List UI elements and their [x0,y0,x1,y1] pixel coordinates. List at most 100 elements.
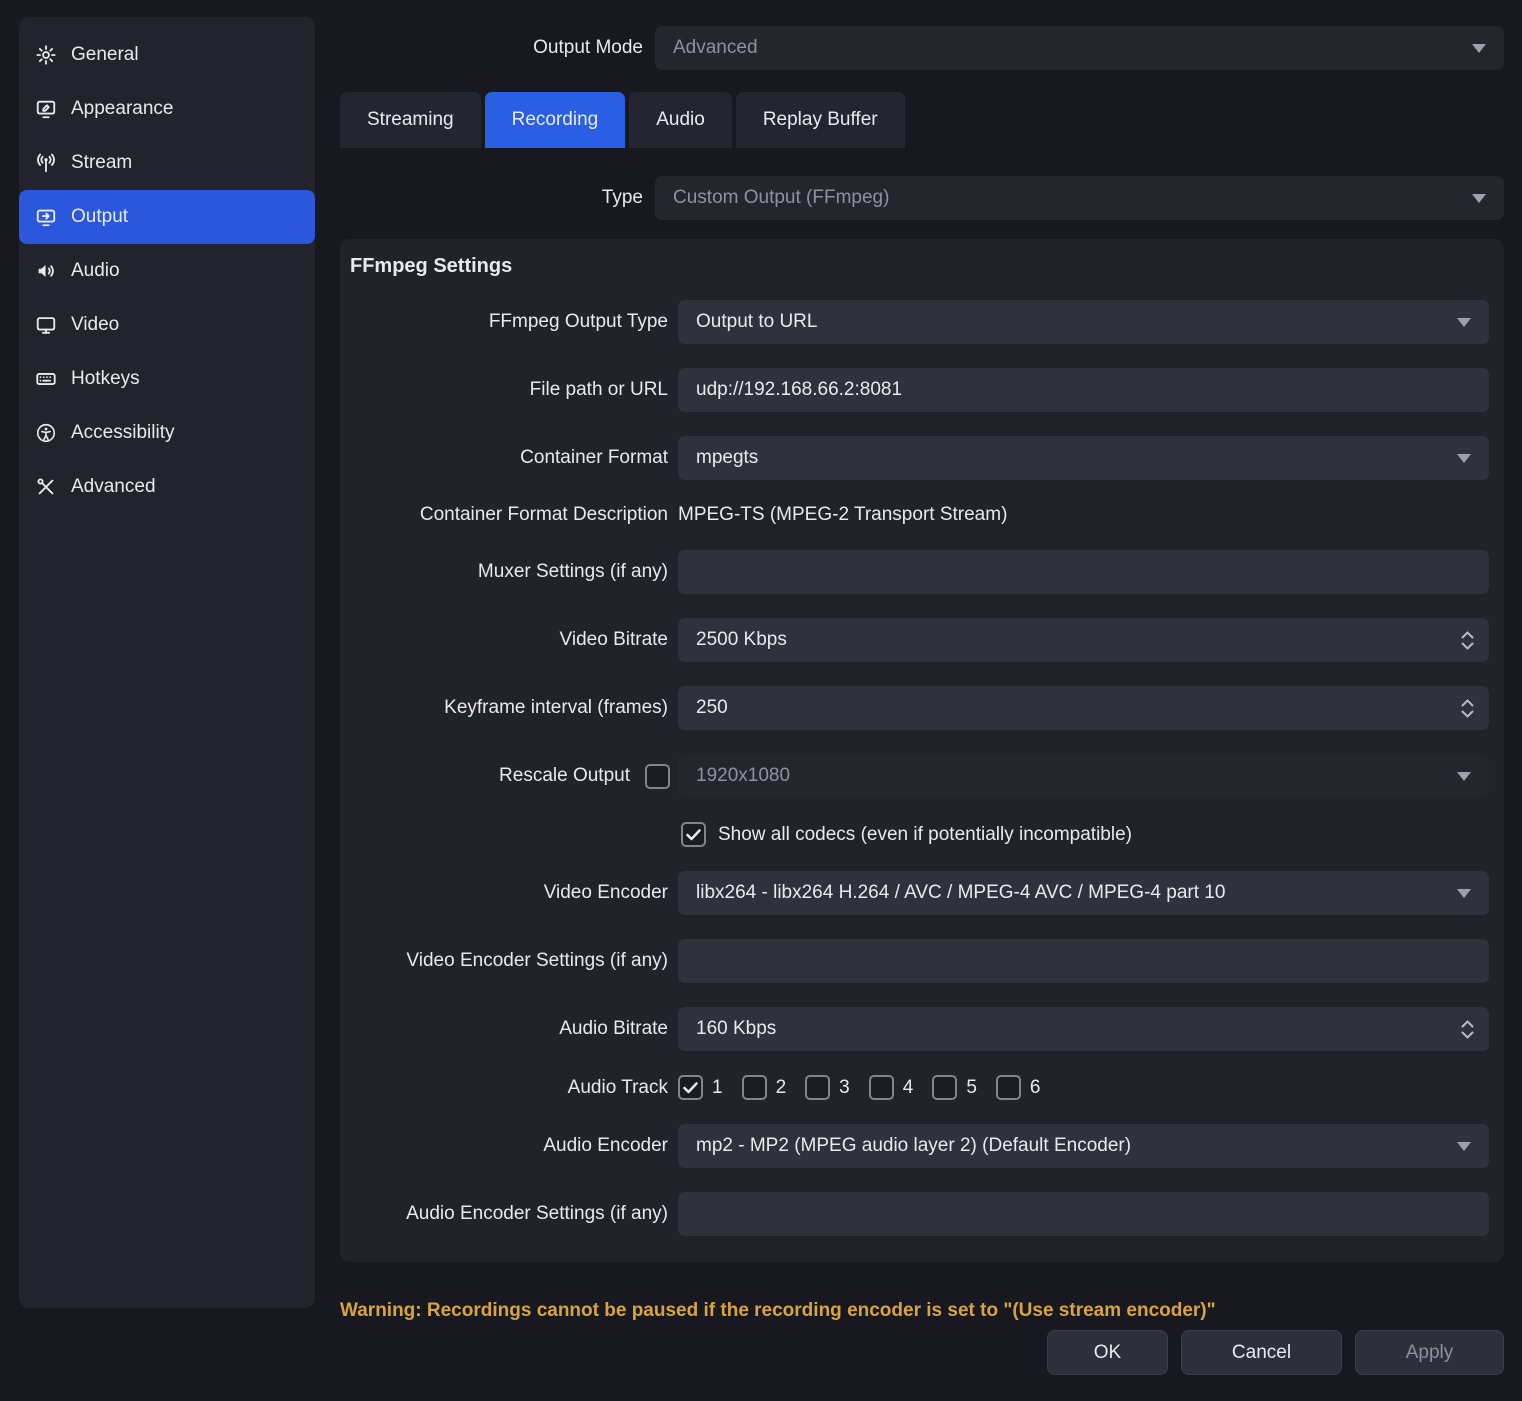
spin-down-button[interactable] [1461,1031,1474,1039]
audio-track-3: 3 [805,1075,850,1100]
audio-track-5-checkbox[interactable] [932,1075,957,1100]
output-tabs: Streaming Recording Audio Replay Buffer [340,92,1504,148]
sidebar-item-label: Output [71,206,128,228]
rescale-resolution-select[interactable]: 1920x1080 [678,754,1489,798]
ok-button[interactable]: OK [1047,1330,1168,1375]
sidebar-item-hotkeys[interactable]: Hotkeys [19,352,315,406]
audio-encoder-select[interactable]: mp2 - MP2 (MPEG audio layer 2) (Default … [678,1124,1489,1168]
sidebar-item-accessibility[interactable]: Accessibility [19,406,315,460]
spin-down-button[interactable] [1461,710,1474,718]
sidebar-item-label: Advanced [71,476,156,498]
sidebar-item-appearance[interactable]: Appearance [19,82,315,136]
muxer-settings-input[interactable] [696,561,1471,583]
chevron-down-icon [1472,44,1486,53]
recording-type-select[interactable]: Custom Output (FFmpeg) [655,176,1504,220]
audio-track-1-checkbox[interactable] [678,1075,703,1100]
audio-track-2-checkbox[interactable] [742,1075,767,1100]
container-format-description-row: Container Format Description MPEG-TS (MP… [340,504,1489,526]
sidebar-item-label: Accessibility [71,422,174,444]
file-path-input[interactable] [696,379,1471,401]
audio-encoder-row: Audio Encoder mp2 - MP2 (MPEG audio laye… [340,1124,1489,1168]
video-bitrate-row: Video Bitrate 2500 Kbps [340,618,1489,662]
settings-sidebar: General Appearance Stream Output Audio [19,17,315,1308]
audio-encoder-settings-row: Audio Encoder Settings (if any) [340,1192,1489,1236]
rescale-output-row: Rescale Output 1920x1080 [340,754,1489,798]
audio-track-4: 4 [869,1075,914,1100]
apply-button[interactable]: Apply [1355,1330,1504,1375]
muxer-settings-row: Muxer Settings (if any) [340,550,1489,594]
sidebar-item-label: Appearance [71,98,173,120]
file-path-field-wrap [678,368,1489,412]
audio-track-row: Audio Track 1 2 3 [340,1075,1489,1100]
video-encoder-row: Video Encoder libx264 - libx264 H.264 / … [340,871,1489,915]
chevron-down-icon [1457,889,1471,898]
sidebar-item-audio[interactable]: Audio [19,244,315,298]
sidebar-item-label: General [71,44,139,66]
container-format-description-value: MPEG-TS (MPEG-2 Transport Stream) [678,504,1007,526]
tab-audio[interactable]: Audio [629,92,732,148]
show-all-codecs-label: Show all codecs (even if potentially inc… [718,824,1132,846]
container-format-row: Container Format mpegts [340,436,1489,480]
accessibility-icon [35,422,57,444]
sidebar-item-label: Audio [71,260,120,282]
settings-main: Output Mode Advanced Streaming Recording… [340,26,1504,1322]
sidebar-item-video[interactable]: Video [19,298,315,352]
file-path-row: File path or URL [340,368,1489,412]
ffmpeg-output-type-row: FFmpeg Output Type Output to URL [340,300,1489,344]
video-encoder-settings-field-wrap [678,939,1489,983]
sidebar-item-label: Video [71,314,119,336]
audio-encoder-settings-input[interactable] [696,1203,1471,1225]
keyboard-icon [35,368,57,390]
tab-replay-buffer[interactable]: Replay Buffer [736,92,905,148]
video-encoder-settings-row: Video Encoder Settings (if any) [340,939,1489,983]
tab-streaming[interactable]: Streaming [340,92,481,148]
spin-up-button[interactable] [1461,699,1474,707]
tab-recording[interactable]: Recording [485,92,626,148]
sidebar-item-output[interactable]: Output [19,190,315,244]
ffmpeg-output-type-select[interactable]: Output to URL [678,300,1489,344]
chevron-down-icon [1457,318,1471,327]
recording-type-label: Type [340,187,643,209]
audio-bitrate-spinner[interactable]: 160 Kbps [678,1007,1489,1051]
audio-bitrate-row: Audio Bitrate 160 Kbps [340,1007,1489,1051]
keyframe-interval-row: Keyframe interval (frames) 250 [340,686,1489,730]
output-icon [35,206,57,228]
output-mode-label: Output Mode [340,37,643,59]
audio-track-3-checkbox[interactable] [805,1075,830,1100]
sidebar-item-general[interactable]: General [19,28,315,82]
chevron-down-icon [1457,1142,1471,1151]
stream-icon [35,152,57,174]
video-encoder-settings-input[interactable] [696,950,1471,972]
sidebar-item-stream[interactable]: Stream [19,136,315,190]
spin-down-button[interactable] [1461,642,1474,650]
audio-track-6: 6 [996,1075,1041,1100]
spin-up-button[interactable] [1461,1020,1474,1028]
recording-type-row: Type Custom Output (FFmpeg) [340,176,1504,220]
keyframe-interval-spinner[interactable]: 250 [678,686,1489,730]
warning-text: Warning: Recordings cannot be paused if … [340,1300,1504,1322]
container-format-select[interactable]: mpegts [678,436,1489,480]
audio-track-2: 2 [742,1075,787,1100]
audio-icon [35,260,57,282]
show-all-codecs-checkbox[interactable] [681,822,706,847]
show-all-codecs-row: Show all codecs (even if potentially inc… [681,822,1489,847]
chevron-down-icon [1457,454,1471,463]
rescale-output-checkbox[interactable] [645,764,670,789]
spin-up-button[interactable] [1461,631,1474,639]
audio-track-4-checkbox[interactable] [869,1075,894,1100]
cancel-button[interactable]: Cancel [1181,1330,1342,1375]
chevron-down-icon [1457,772,1471,781]
muxer-settings-field-wrap [678,550,1489,594]
sidebar-item-advanced[interactable]: Advanced [19,460,315,514]
chevron-down-icon [1472,194,1486,203]
video-bitrate-spinner[interactable]: 2500 Kbps [678,618,1489,662]
output-mode-value: Advanced [673,37,758,59]
settings-window: General Appearance Stream Output Audio [0,0,1522,1401]
audio-encoder-settings-field-wrap [678,1192,1489,1236]
audio-track-6-checkbox[interactable] [996,1075,1021,1100]
sidebar-item-label: Stream [71,152,132,174]
video-encoder-select[interactable]: libx264 - libx264 H.264 / AVC / MPEG-4 A… [678,871,1489,915]
audio-track-checkboxes: 1 2 3 4 5 [678,1075,1059,1100]
output-mode-select[interactable]: Advanced [655,26,1504,70]
audio-track-5: 5 [932,1075,977,1100]
